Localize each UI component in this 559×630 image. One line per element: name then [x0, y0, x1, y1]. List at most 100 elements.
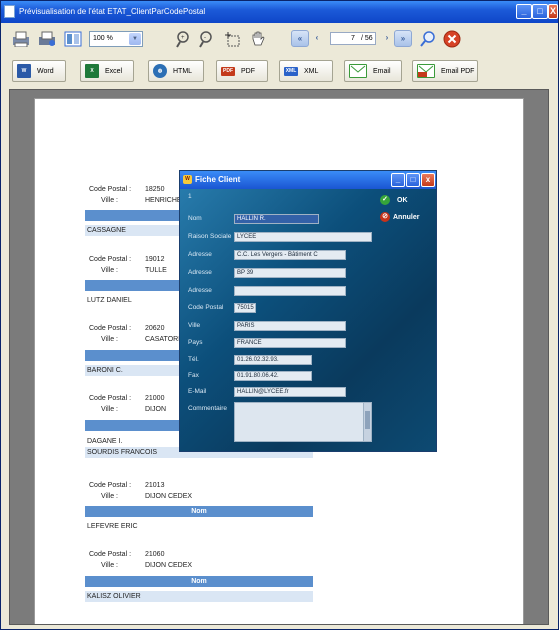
fiche-client-dialog: W Fiche Client _ □ x 1 ✓ OK ⊘ Annuler No…	[179, 170, 437, 452]
export-email-pdf-button[interactable]: Email PDF	[412, 60, 478, 82]
cancel-button[interactable]: ⊘ Annuler	[380, 212, 419, 222]
raison-sociale-field[interactable]: LYCEE	[234, 232, 372, 242]
print-setup-icon[interactable]	[36, 29, 58, 49]
ville-label: Ville :	[101, 197, 118, 204]
export-email-button[interactable]: Email	[344, 60, 402, 82]
export-html-label: HTML	[173, 67, 193, 75]
check-icon: ✓	[380, 195, 390, 205]
xml-icon: XML	[284, 66, 298, 76]
ville-value: HENRICHE	[145, 197, 182, 204]
record-number: 1	[188, 193, 192, 200]
pays-field[interactable]: FRANCE	[234, 338, 346, 348]
commentaire-label: Commentaire	[188, 405, 228, 412]
ville-value: CASATORR	[145, 336, 184, 343]
minimize-button[interactable]: _	[516, 4, 532, 19]
export-excel-button[interactable]: X Excel	[80, 60, 134, 82]
word-icon: W	[17, 64, 31, 78]
commentaire-scrollbar[interactable]	[363, 403, 371, 441]
export-excel-label: Excel	[105, 67, 123, 75]
maximize-button[interactable]: □	[532, 4, 548, 19]
adresse-1-field[interactable]: C.C. Les Vergers - Bâtiment C	[234, 250, 346, 260]
dialog-maximize-button[interactable]: □	[406, 173, 420, 187]
adresse-3-field[interactable]	[234, 286, 346, 296]
dialog-title: Fiche Client	[195, 175, 241, 184]
dialog-titlebar[interactable]: W Fiche Client _ □ x	[180, 171, 436, 189]
ville-value: DIJON CEDEX	[145, 562, 193, 569]
close-button[interactable]: X	[548, 4, 558, 19]
nom-header: Nom	[85, 506, 313, 517]
close-preview-icon[interactable]	[442, 29, 462, 49]
email-field[interactable]: HALLIN@LYCEE.fr	[234, 387, 346, 397]
fax-label: Fax	[188, 372, 199, 379]
first-page-button[interactable]: «	[291, 30, 309, 47]
client-name: LEFEVRE ERIC	[85, 521, 313, 532]
zoom-out-icon[interactable]: -	[197, 29, 215, 49]
page-total: / 56	[361, 35, 373, 42]
code-postal-label: Code Postal :	[89, 482, 132, 489]
window-titlebar[interactable]: Prévisualisation de l'état ETAT_ClientPa…	[1, 1, 558, 23]
export-html-button[interactable]: ◍ HTML	[148, 60, 204, 82]
nom-header: Nom	[85, 576, 313, 587]
tel-label: Tél.	[188, 356, 199, 363]
window-title: Prévisualisation de l'état ETAT_ClientPa…	[19, 7, 206, 16]
zoom-value: 100 %	[93, 35, 113, 42]
code-postal-label: Code Postal :	[89, 325, 132, 332]
ville-label: Ville :	[101, 267, 118, 274]
cancel-icon: ⊘	[380, 212, 390, 222]
navigation-toolbar: 100 % ▼ + - « ‹ 7 / 56 › »	[4, 27, 556, 53]
search-icon[interactable]	[418, 29, 438, 49]
ville-value: DIJON	[145, 406, 166, 413]
layout-icon[interactable]	[62, 29, 84, 49]
ville-value: TULLE	[145, 267, 167, 274]
code-postal-value: 21013	[145, 482, 165, 489]
windev-logo-icon: W	[183, 175, 192, 184]
code-postal-label: Code Postal :	[89, 256, 132, 263]
export-word-label: Word	[37, 67, 54, 75]
ok-label: OK	[397, 196, 408, 204]
html-globe-icon: ◍	[153, 64, 167, 78]
export-email-label: Email	[373, 67, 391, 75]
svg-text:+: +	[181, 35, 185, 41]
code-postal-label: Code Postal :	[89, 186, 132, 193]
adresse-3-label: Adresse	[188, 287, 212, 294]
code-postal-label: Code Postal :	[89, 551, 132, 558]
nom-label: Nom	[188, 215, 202, 222]
adresse-2-label: Adresse	[188, 269, 212, 276]
nom-field[interactable]: HALLIN R.	[234, 214, 319, 224]
export-xml-button[interactable]: XML XML	[279, 60, 333, 82]
code-postal-field-label: Code Postal	[188, 304, 224, 311]
dialog-minimize-button[interactable]: _	[391, 173, 405, 187]
ok-button[interactable]: ✓ OK	[380, 195, 408, 205]
zoom-in-icon[interactable]: +	[174, 29, 192, 49]
code-postal-value: 18250	[145, 186, 165, 193]
commentaire-field[interactable]	[234, 402, 372, 442]
adresse-2-field[interactable]: BP 39	[234, 268, 346, 278]
hand-pan-icon[interactable]	[248, 29, 268, 49]
page-number-field[interactable]: 7 / 56	[330, 32, 376, 45]
fax-field[interactable]: 01.91.80.06.42.	[234, 371, 312, 381]
excel-icon: X	[85, 64, 99, 78]
dialog-close-button[interactable]: x	[421, 173, 435, 187]
print-icon[interactable]	[10, 29, 32, 49]
pdf-icon: PDF	[221, 66, 235, 76]
export-word-button[interactable]: W Word	[12, 60, 66, 82]
adresse-1-label: Adresse	[188, 251, 212, 258]
last-page-button[interactable]: »	[394, 30, 412, 47]
pays-label: Pays	[188, 339, 203, 346]
zoom-select[interactable]: 100 % ▼	[89, 31, 143, 47]
code-postal-value: 21000	[145, 395, 165, 402]
svg-text:-: -	[204, 35, 206, 41]
code-postal-value: 21060	[145, 551, 165, 558]
previous-page-button[interactable]: ‹	[308, 30, 326, 47]
code-postal-field[interactable]: 75015	[234, 303, 256, 313]
ville-field[interactable]: PARIS	[234, 321, 346, 331]
ville-field-label: Ville	[188, 322, 201, 329]
scrollbar-thumb[interactable]	[365, 411, 370, 429]
client-name: KALISZ OLIVIER	[85, 591, 313, 602]
email-label: E-Mail	[188, 388, 207, 395]
tel-field[interactable]: 01.26.02.32.93.	[234, 355, 312, 365]
email-icon	[349, 64, 367, 78]
export-pdf-button[interactable]: PDF PDF	[216, 60, 268, 82]
raison-sociale-label: Raison Sociale	[188, 233, 232, 240]
select-area-icon[interactable]	[222, 29, 242, 49]
